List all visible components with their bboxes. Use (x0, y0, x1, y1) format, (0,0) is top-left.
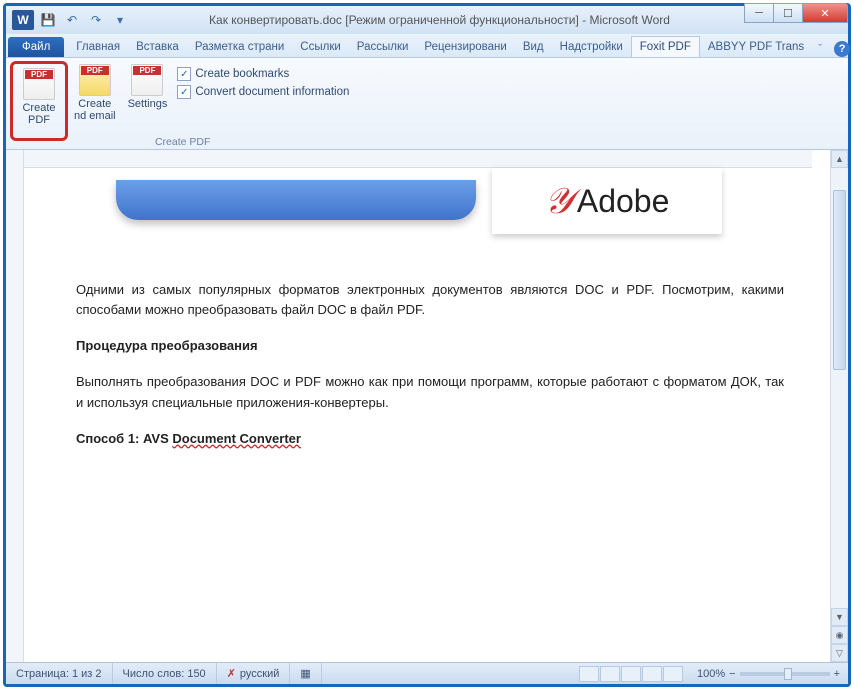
status-page[interactable]: Страница: 1 из 2 (6, 663, 113, 684)
tab-layout[interactable]: Разметка страни (187, 37, 292, 57)
vertical-ruler[interactable] (6, 150, 24, 662)
undo-icon[interactable]: ↶ (61, 10, 83, 30)
save-icon[interactable]: 💾 (37, 10, 59, 30)
titlebar: W 💾 ↶ ↷ ▾ Как конвертировать.doc [Режим … (6, 6, 848, 34)
tab-mailings[interactable]: Рассылки (349, 37, 417, 57)
zoom-level[interactable]: 100% (697, 668, 725, 680)
create-bookmarks-checkbox[interactable]: ✓ (177, 67, 191, 81)
highlight-annotation: Create PDF (10, 61, 68, 141)
view-buttons (573, 666, 689, 682)
tab-file[interactable]: Файл (8, 37, 64, 57)
help-icon[interactable]: ? (834, 41, 850, 57)
scroll-up-icon[interactable]: ▲ (831, 150, 848, 168)
qat-dropdown-icon[interactable]: ▾ (109, 10, 131, 30)
scroll-down-icon[interactable]: ▼ (831, 608, 848, 626)
pdf-email-icon (79, 64, 111, 96)
redo-icon[interactable]: ↷ (85, 10, 107, 30)
horizontal-ruler[interactable] (24, 150, 812, 168)
view-print-layout[interactable] (579, 666, 599, 682)
create-and-email-button[interactable]: Create nd email (68, 61, 122, 133)
paragraph-1: Одними из самых популярных форматов элек… (76, 280, 784, 320)
quick-access-toolbar: 💾 ↶ ↷ ▾ (37, 10, 131, 30)
create-pdf-button[interactable]: Create PDF (16, 65, 62, 137)
tab-insert[interactable]: Вставка (128, 37, 187, 57)
prev-page-icon[interactable]: ◉ (831, 626, 848, 644)
close-button[interactable]: ✕ (802, 3, 848, 23)
paragraph-2: Выполнять преобразования DOC и PDF можно… (76, 372, 784, 412)
tab-abbyy[interactable]: ABBYY PDF Trans (700, 37, 812, 57)
heading-1: Процедура преобразования (76, 336, 784, 356)
scroll-thumb[interactable] (833, 190, 846, 370)
maximize-button[interactable]: ☐ (773, 3, 803, 23)
tab-home[interactable]: Главная (68, 37, 128, 57)
adobe-logo: 𝒴 Adobe (492, 168, 722, 234)
window-title: Как конвертировать.doc [Режим ограниченн… (131, 13, 848, 27)
ribbon-tabs: Файл Главная Вставка Разметка страни Ссы… (6, 34, 848, 58)
macro-icon: ▦ (300, 667, 310, 680)
vertical-scrollbar[interactable]: ▲ ▼ ◉ ▽ (830, 150, 848, 662)
tab-review[interactable]: Рецензировани (416, 37, 514, 57)
statusbar: Страница: 1 из 2 Число слов: 150 ✗русски… (6, 662, 848, 684)
heading-2: Способ 1: AVS Document Converter (76, 429, 784, 449)
ribbon: Create PDF Create nd email Settings ✓ Cr… (6, 58, 848, 150)
document-area: 𝒴 Adobe Одними из самых популярных форма… (6, 150, 848, 662)
view-fullscreen[interactable] (600, 666, 620, 682)
tab-references[interactable]: Ссылки (292, 37, 349, 57)
view-web[interactable] (621, 666, 641, 682)
zoom-in-icon[interactable]: + (834, 668, 840, 680)
pdf-settings-icon (131, 64, 163, 96)
next-page-icon[interactable]: ▽ (831, 644, 848, 662)
zoom-slider[interactable] (740, 672, 830, 676)
document-shape (116, 180, 476, 220)
collapse-ribbon-icon[interactable]: ˇ (812, 41, 828, 57)
document-page[interactable]: 𝒴 Adobe Одними из самых популярных форма… (48, 168, 812, 477)
view-outline[interactable] (642, 666, 662, 682)
pdf-create-icon (23, 68, 55, 100)
minimize-button[interactable]: ─ (744, 3, 774, 23)
proofing-icon: ✗ (227, 667, 236, 680)
zoom-out-icon[interactable]: − (729, 668, 735, 680)
settings-button[interactable]: Settings (122, 61, 174, 133)
create-bookmarks-label: Create bookmarks (195, 68, 289, 80)
view-draft[interactable] (663, 666, 683, 682)
tab-view[interactable]: Вид (515, 37, 552, 57)
tab-foxit-pdf[interactable]: Foxit PDF (631, 36, 700, 57)
status-wordcount[interactable]: Число слов: 150 (113, 663, 217, 684)
convert-docinfo-label: Convert document information (195, 86, 349, 98)
status-proofing[interactable]: ✗русский (217, 663, 291, 684)
tab-addins[interactable]: Надстройки (552, 37, 631, 57)
convert-docinfo-checkbox[interactable]: ✓ (177, 85, 191, 99)
adobe-scribble-icon: 𝒴 (545, 180, 573, 223)
status-macro[interactable]: ▦ (290, 663, 321, 684)
word-app-icon: W (12, 10, 34, 30)
ribbon-group-label: Create PDF (6, 136, 359, 148)
